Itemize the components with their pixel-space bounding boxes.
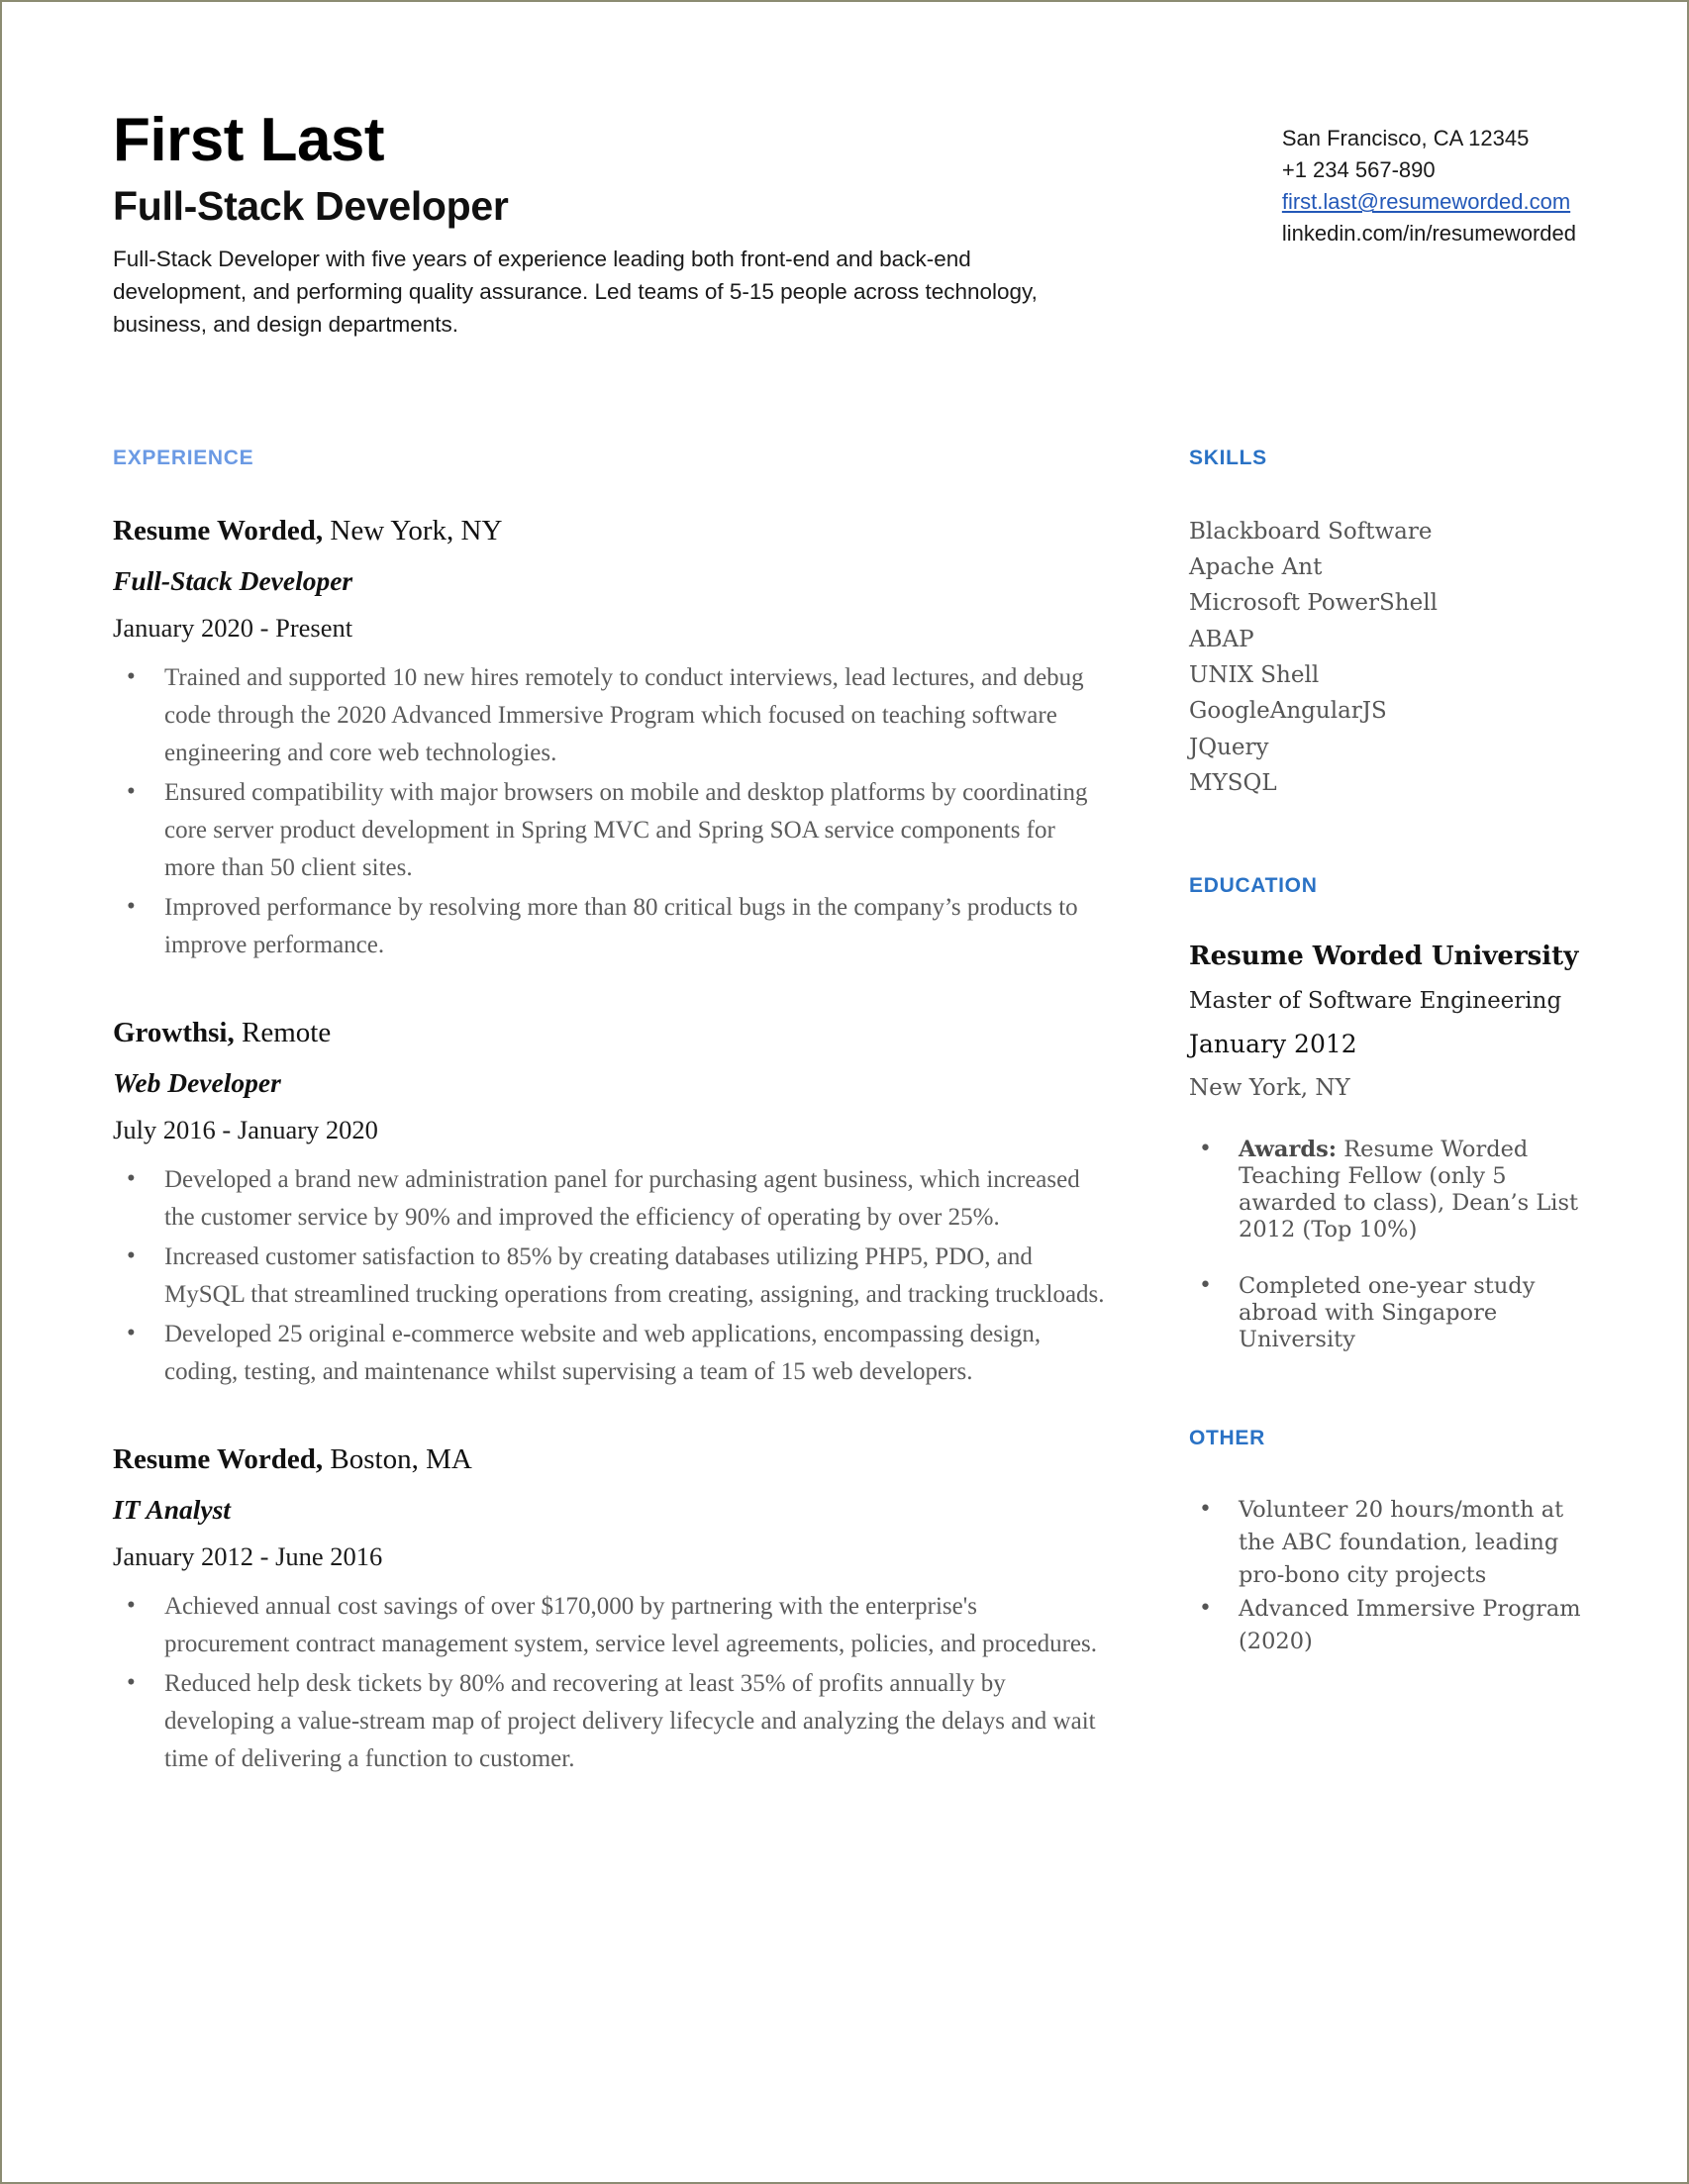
section-heading-experience: EXPERIENCE <box>113 446 254 469</box>
skill-item: ABAP <box>1189 626 1254 652</box>
resume-body: EXPERIENCE Resume Worded, New York, NY F… <box>113 447 1581 1781</box>
skill-item: UNIX Shell <box>1189 662 1320 689</box>
other-bullet: Advanced Immersive Program (2020) <box>1189 1593 1585 1659</box>
job-dates: January 2020 - Present <box>113 613 353 644</box>
education-degree: Master of Software Engineering <box>1189 987 1562 1014</box>
education-bullet-list: Awards: Resume Worded Teaching Fellow (o… <box>1189 1137 1585 1353</box>
job-bullet: Developed a brand new administration pan… <box>113 1160 1108 1237</box>
skill-item: Apache Ant <box>1189 554 1323 581</box>
contact-phone: +1 234 567-890 <box>1281 157 1436 183</box>
job-role: Web Developer <box>113 1067 281 1099</box>
skill-item: Microsoft PowerShell <box>1189 590 1438 617</box>
section-heading-skills: SKILLS <box>1189 446 1267 469</box>
job-bullet: Increased customer satisfaction to 85% b… <box>113 1238 1108 1314</box>
candidate-summary: Full-Stack Developer with five years of … <box>113 247 1038 337</box>
education-date: January 2012 <box>1189 1030 1357 1059</box>
job-bullet: Ensured compatibility with major browser… <box>113 773 1108 887</box>
job-bullet-list: Trained and supported 10 new hires remot… <box>113 658 1108 964</box>
resume-sheet: First Last Full-Stack Developer Full-Sta… <box>2 2 1687 2182</box>
column-gap <box>1108 447 1189 1781</box>
job-company-line: Growthsi, Remote <box>113 1016 1108 1049</box>
job-bullet: Trained and supported 10 new hires remot… <box>113 658 1108 772</box>
skill-item: JQuery <box>1189 734 1269 760</box>
section-heading-education: EDUCATION <box>1189 874 1318 898</box>
resume-header: First Last Full-Stack Developer Full-Sta… <box>113 109 1576 342</box>
skill-item: MYSQL <box>1189 770 1277 797</box>
resume-page: First Last Full-Stack Developer Full-Sta… <box>0 0 1689 2184</box>
skill-item: Blackboard Software <box>1189 518 1433 545</box>
other-section: OTHER Volunteer 20 hours/month at the AB… <box>1189 1427 1585 1658</box>
job-bullet-list: Developed a brand new administration pan… <box>113 1160 1108 1391</box>
job-company-name: Resume Worded, <box>113 1443 324 1476</box>
education-school: Resume Worded University <box>1189 942 1579 972</box>
contact-location: San Francisco, CA 12345 <box>1281 126 1530 150</box>
job-company-line: Resume Worded, New York, NY <box>113 514 1108 547</box>
experience-column: EXPERIENCE Resume Worded, New York, NY F… <box>113 447 1108 1781</box>
education-bullet: Awards: Resume Worded Teaching Fellow (o… <box>1189 1137 1585 1243</box>
other-bullet: Volunteer 20 hours/month at the ABC foun… <box>1189 1494 1585 1593</box>
education-bullet-text: Completed one-year study abroad with Sin… <box>1239 1272 1536 1352</box>
job-bullet-list: Achieved annual cost savings of over $17… <box>113 1587 1108 1778</box>
header-left: First Last Full-Stack Developer Full-Sta… <box>113 109 1103 342</box>
job-role: IT Analyst <box>113 1494 231 1526</box>
experience-entry: Resume Worded, New York, NY Full-Stack D… <box>113 514 1108 964</box>
job-company-location: New York, NY <box>323 514 503 546</box>
job-company-name: Growthsi, <box>113 1017 235 1049</box>
job-bullet: Improved performance by resolving more t… <box>113 888 1108 964</box>
job-bullet: Reduced help desk tickets by 80% and rec… <box>113 1664 1108 1778</box>
job-company-location: Remote <box>234 1017 332 1049</box>
candidate-job-title: Full-Stack Developer <box>113 183 509 230</box>
contact-linkedin: linkedin.com/in/resumeworded <box>1281 221 1576 247</box>
job-company-name: Resume Worded, <box>113 514 324 546</box>
candidate-name: First Last <box>113 106 385 174</box>
sidebar-column: SKILLS Blackboard Software Apache Ant Mi… <box>1189 447 1585 1781</box>
job-dates: January 2012 - June 2016 <box>113 1541 383 1572</box>
job-company-location: Boston, MA <box>323 1443 472 1476</box>
section-heading-other: OTHER <box>1189 1426 1265 1449</box>
job-company-line: Resume Worded, Boston, MA <box>113 1442 1108 1476</box>
experience-entry: Growthsi, Remote Web Developer July 2016… <box>113 1016 1108 1391</box>
skill-item: GoogleAngularJS <box>1189 698 1387 725</box>
education-bullet-label: Awards: <box>1239 1136 1338 1162</box>
contact-block: San Francisco, CA 12345 +1 234 567-890 f… <box>1282 109 1576 249</box>
job-bullet: Achieved annual cost savings of over $17… <box>113 1587 1108 1663</box>
job-bullet: Developed 25 original e-commerce website… <box>113 1315 1108 1391</box>
job-dates: July 2016 - January 2020 <box>113 1115 378 1145</box>
education-section: EDUCATION Resume Worded University Maste… <box>1189 874 1585 1352</box>
contact-email-link[interactable]: first.last@resumeworded.com <box>1282 186 1576 218</box>
education-location: New York, NY <box>1189 1075 1350 1102</box>
job-role: Full-Stack Developer <box>113 565 353 597</box>
skills-list: Blackboard Software Apache Ant Microsoft… <box>1189 514 1585 802</box>
experience-entry: Resume Worded, Boston, MA IT Analyst Jan… <box>113 1442 1108 1778</box>
skills-section: SKILLS Blackboard Software Apache Ant Mi… <box>1189 447 1585 802</box>
education-bullet: Completed one-year study abroad with Sin… <box>1189 1273 1585 1353</box>
other-bullet-list: Volunteer 20 hours/month at the ABC foun… <box>1189 1494 1585 1658</box>
